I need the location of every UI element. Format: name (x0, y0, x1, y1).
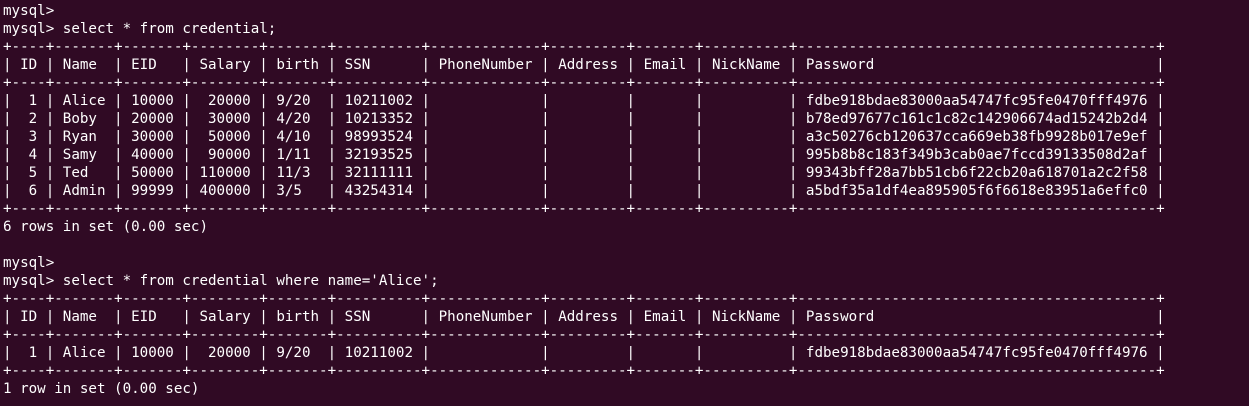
table-border: +----+-------+-------+--------+-------+-… (3, 75, 1165, 91)
table-row: | 5 | Ted | 50000 | 110000 | 11/3 | 3211… (3, 165, 1165, 181)
table-header-row: | ID | Name | EID | Salary | birth | SSN… (3, 57, 1165, 73)
result-summary: 6 rows in set (0.00 sec) (3, 219, 208, 235)
table-row: | 6 | Admin | 99999 | 400000 | 3/5 | 432… (3, 183, 1165, 199)
table-row: | 3 | Ryan | 30000 | 50000 | 4/10 | 9899… (3, 129, 1165, 145)
result-summary: 1 row in set (0.00 sec) (3, 381, 200, 397)
prompt-line: mysql> (3, 255, 55, 271)
table-header-row: | ID | Name | EID | Salary | birth | SSN… (3, 309, 1165, 325)
command-line: mysql> select * from credential; (3, 21, 277, 37)
table-row: | 2 | Boby | 20000 | 30000 | 4/20 | 1021… (3, 111, 1165, 127)
terminal-window[interactable]: mysql> mysql> select * from credential; … (0, 0, 1249, 406)
table-border: +----+-------+-------+--------+-------+-… (3, 363, 1165, 379)
table-row: | 1 | Alice | 10000 | 20000 | 9/20 | 102… (3, 93, 1165, 109)
prompt-line: mysql> (3, 3, 55, 19)
table-border: +----+-------+-------+--------+-------+-… (3, 39, 1165, 55)
table-border: +----+-------+-------+--------+-------+-… (3, 327, 1165, 343)
table-row: | 4 | Samy | 40000 | 90000 | 1/11 | 3219… (3, 147, 1165, 163)
command-line: mysql> select * from credential where na… (3, 273, 439, 289)
table-row: | 1 | Alice | 10000 | 20000 | 9/20 | 102… (3, 345, 1165, 361)
table-border: +----+-------+-------+--------+-------+-… (3, 291, 1165, 307)
table-border: +----+-------+-------+--------+-------+-… (3, 201, 1165, 217)
